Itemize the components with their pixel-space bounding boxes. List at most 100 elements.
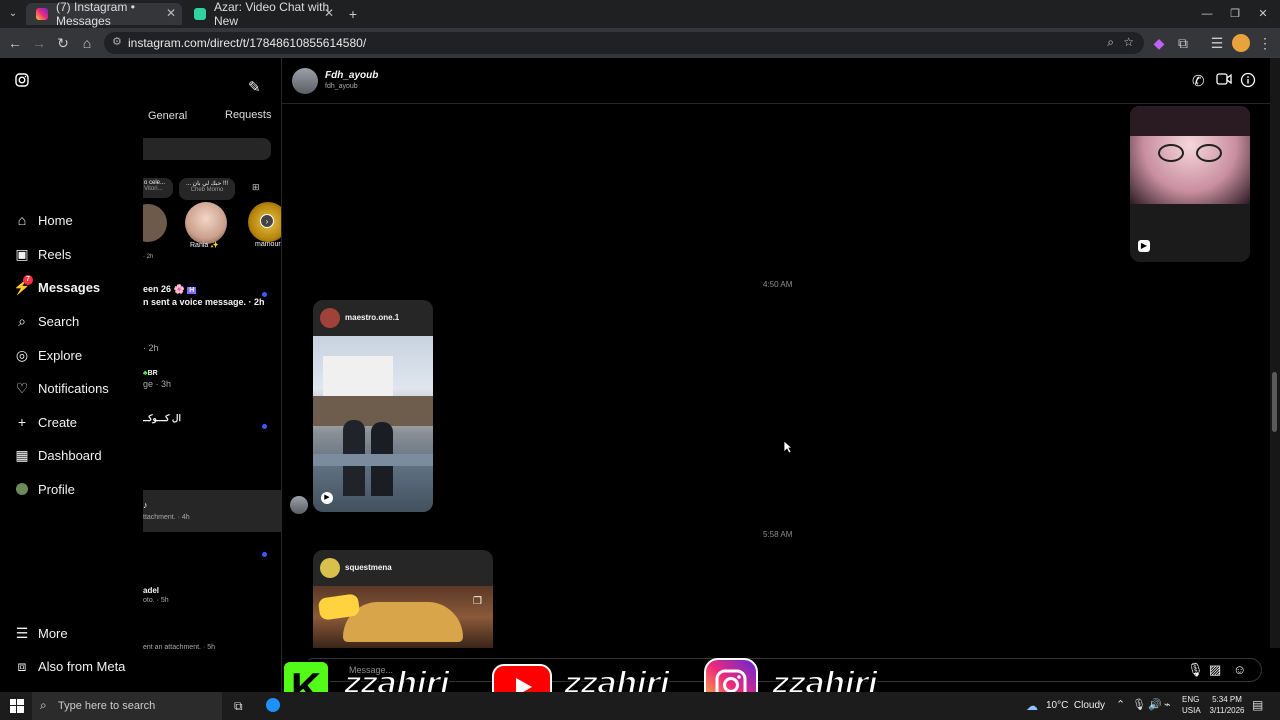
window-close-icon[interactable]: ✕ [1254,5,1272,23]
note-avatar[interactable] [185,202,227,244]
unread-dot [262,424,267,429]
tab-instagram[interactable]: (7) Instagram • Messages ✕ [26,0,182,28]
list-item[interactable]: adel oto. · 5h [143,586,169,604]
inbox-tabs: General Requests [143,109,281,124]
nav-reels[interactable]: ▣ Reels [14,246,71,262]
weather-cloud-icon: ☁ [1026,699,1038,713]
reload-icon[interactable]: ↻ [54,34,72,52]
instagram-logo[interactable] [14,72,38,88]
video-call-icon[interactable] [1216,72,1234,90]
notes-more-icon[interactable]: ⊞ [252,182,260,193]
microphone-tray-icon[interactable]: 🎙 [1132,698,1146,711]
windows-taskbar: ⌕ Type here to search ⧉ ☁ 10°C Cloudy ⌃ … [0,692,1280,720]
search-icon: ⌕ [40,698,47,712]
nav-dashboard[interactable]: ▦ Dashboard [14,446,101,463]
dashboard-icon: ▦ [15,446,29,463]
region-indicator: USIA [1182,706,1201,715]
avatar [290,496,308,514]
tab-requests[interactable]: Requests [225,109,271,121]
list-item[interactable]: ♣BR ge · 3h [143,370,171,389]
edge-icon[interactable] [266,698,280,712]
conversation-name: een 26 [143,284,172,294]
back-icon[interactable]: ← [6,34,24,52]
maximize-icon[interactable]: ❐ [1226,5,1244,23]
new-message-icon[interactable]: ✎ [248,78,261,96]
list-item[interactable]: ال كـــوكــ [143,413,181,424]
chat-contact-name[interactable]: Fdh_ayoub [325,70,378,81]
list-item[interactable]: ent an attachment. · 5h [143,642,215,651]
sticker-icon[interactable]: ☺ [1233,662,1246,677]
microphone-icon[interactable]: 🎙 [1187,662,1204,678]
search-input[interactable] [143,138,271,160]
post-image [313,586,493,648]
task-view-icon[interactable]: ⧉ [234,699,243,714]
nav-home[interactable]: ⌂ Home [14,212,73,228]
note-name: mamour [255,241,281,248]
nav-label: Home [38,212,73,228]
home-browser-icon[interactable]: ⌂ [78,34,96,52]
tab-search-icon[interactable]: ⌄ [4,5,22,23]
nav-explore[interactable]: ◎ Explore [14,347,82,363]
tab-azar[interactable]: Azar: Video Chat with New ✕ [184,0,340,28]
nav-also-from-meta[interactable]: ⧈ Also from Meta [14,658,126,674]
home-icon: ⌂ [17,212,27,228]
nav-search[interactable]: ⌕ Search [14,313,79,329]
weather-text[interactable]: 10°C Cloudy [1046,700,1105,711]
windows-start-icon[interactable] [10,699,24,713]
messages-badge: 7 [23,275,33,285]
shared-video-card[interactable]: ▶ [1130,106,1250,262]
taskbar-search-placeholder: Type here to search [58,700,156,712]
list-item[interactable]: een 26 🌸 H n sent a voice message. · 2h [143,284,265,307]
note-bubble[interactable]: o cele... Vitori... [143,178,173,198]
shared-post-card[interactable]: squestmena ❐ [313,550,493,648]
note-time-value: 2h [146,254,154,260]
reading-list-icon[interactable]: ☰ [1208,34,1226,52]
image-icon[interactable]: ▨ [1209,662,1221,678]
nav-more[interactable]: ☰ More [14,625,68,641]
new-tab-icon[interactable]: + [344,5,362,23]
close-icon[interactable]: ✕ [166,6,176,20]
avatar[interactable] [292,68,318,94]
clock-time[interactable]: 5:34 PM [1208,695,1246,704]
tab-title: Azar: Video Chat with New [214,0,330,28]
nav-notifications[interactable]: ♡ Notifications [14,380,109,396]
profile-avatar-icon[interactable] [1232,34,1250,52]
shared-post-card[interactable]: maestro.one.1 ▶ [313,300,433,512]
network-icon[interactable]: ⌁ [1164,698,1171,711]
note-avatar[interactable] [143,204,167,242]
extension-shield-icon[interactable]: ◆ [1150,34,1168,52]
close-icon[interactable]: ✕ [324,6,334,20]
address-bar[interactable]: ⚙ instagram.com/direct/t/178486108556145… [104,32,1144,54]
volume-icon[interactable]: 🔊 [1148,698,1162,711]
note-time: · 2h [143,254,154,260]
list-item-selected[interactable]: ♪ ttachment. · 4h [143,490,281,532]
note-avatar[interactable]: › [248,202,281,242]
forward-icon[interactable]: → [30,34,48,52]
nav-profile[interactable]: Profile [14,481,75,497]
tab-general[interactable]: General [148,110,187,122]
conversation-name: ال كـــوكــ [143,413,181,423]
nav-create[interactable]: + Create [14,414,77,430]
note-sub: Vitori... [144,186,163,192]
tray-chevron-icon[interactable]: ⌃ [1116,698,1125,711]
video-thumbnail [1130,106,1250,204]
conversation-meta: ttachment. · 4h [143,514,190,521]
bookmark-star-icon[interactable]: ☆ [1123,35,1134,49]
extensions-icon[interactable]: ⧉ [1174,34,1192,52]
note-bubble[interactable]: ... حبك لي بان !!! Cheb Momo [179,178,235,200]
notification-center-icon[interactable]: ▤ [1252,698,1263,712]
scrollbar[interactable] [1270,58,1280,648]
phone-icon[interactable]: ✆ [1192,72,1210,90]
scrollbar-thumb[interactable] [1272,372,1277,432]
reel-icon: ▶ [321,492,333,504]
list-item[interactable]: · 2h [143,341,159,353]
info-icon[interactable] [1240,72,1258,90]
minimize-icon[interactable]: — [1198,5,1216,23]
clock-date: 3/11/2026 [1209,706,1245,715]
browser-menu-icon[interactable]: ⋮ [1256,34,1274,52]
zoom-icon[interactable]: ⌕ [1107,35,1114,50]
site-info-icon[interactable]: ⚙ [112,35,122,48]
nav-messages[interactable]: ⚡ 7 Messages [13,275,100,295]
language-indicator[interactable]: ENG [1182,695,1199,704]
taskbar-search-input[interactable]: ⌕ Type here to search [32,692,222,720]
